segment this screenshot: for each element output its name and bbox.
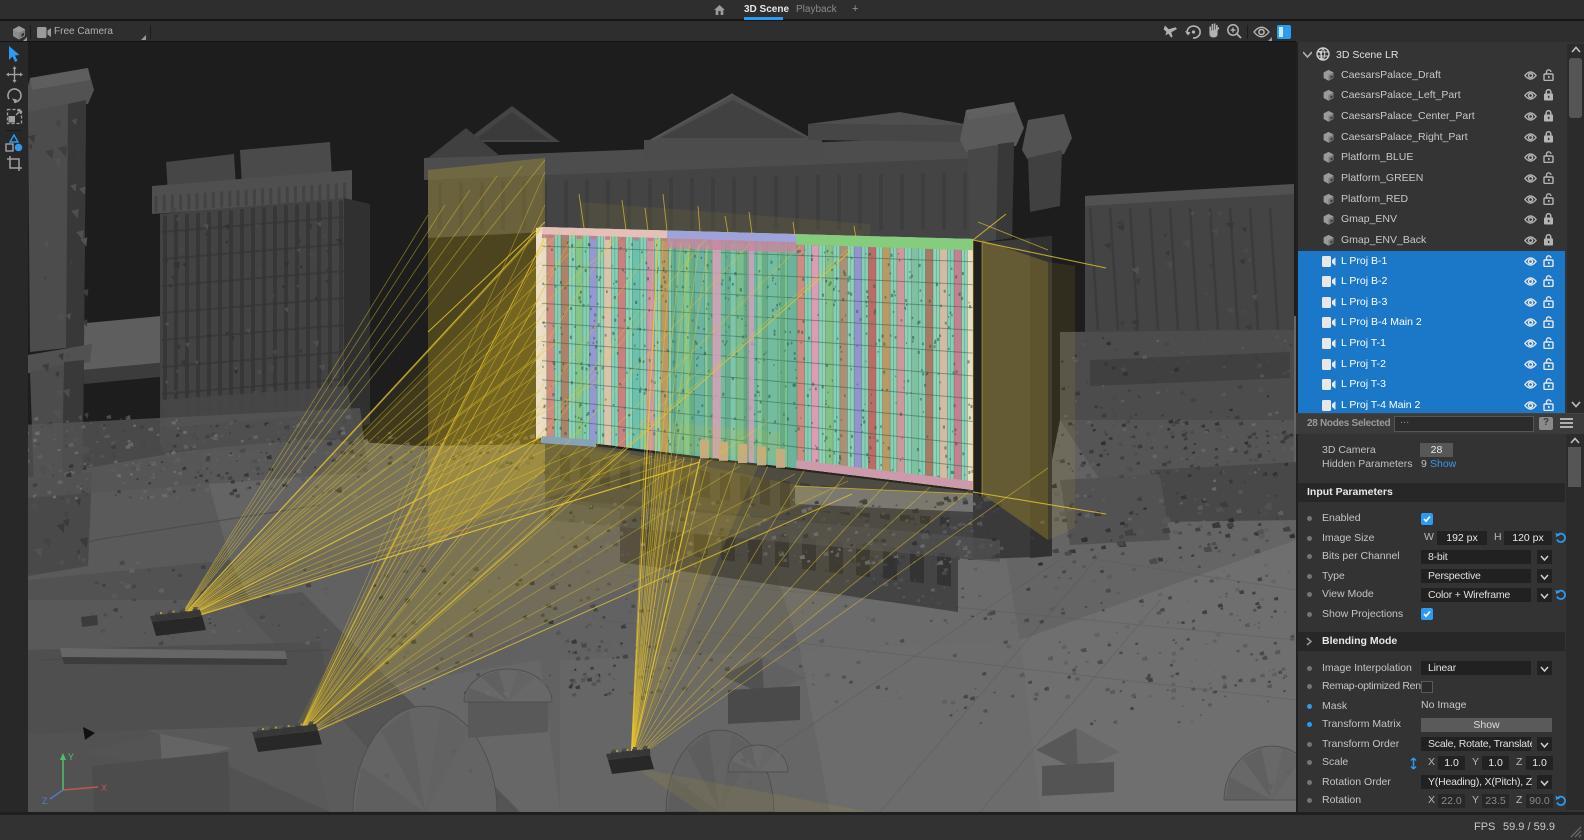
svg-text:Y: Y — [68, 752, 74, 762]
svg-text:Z: Z — [42, 796, 48, 806]
svg-text:X: X — [101, 783, 107, 793]
